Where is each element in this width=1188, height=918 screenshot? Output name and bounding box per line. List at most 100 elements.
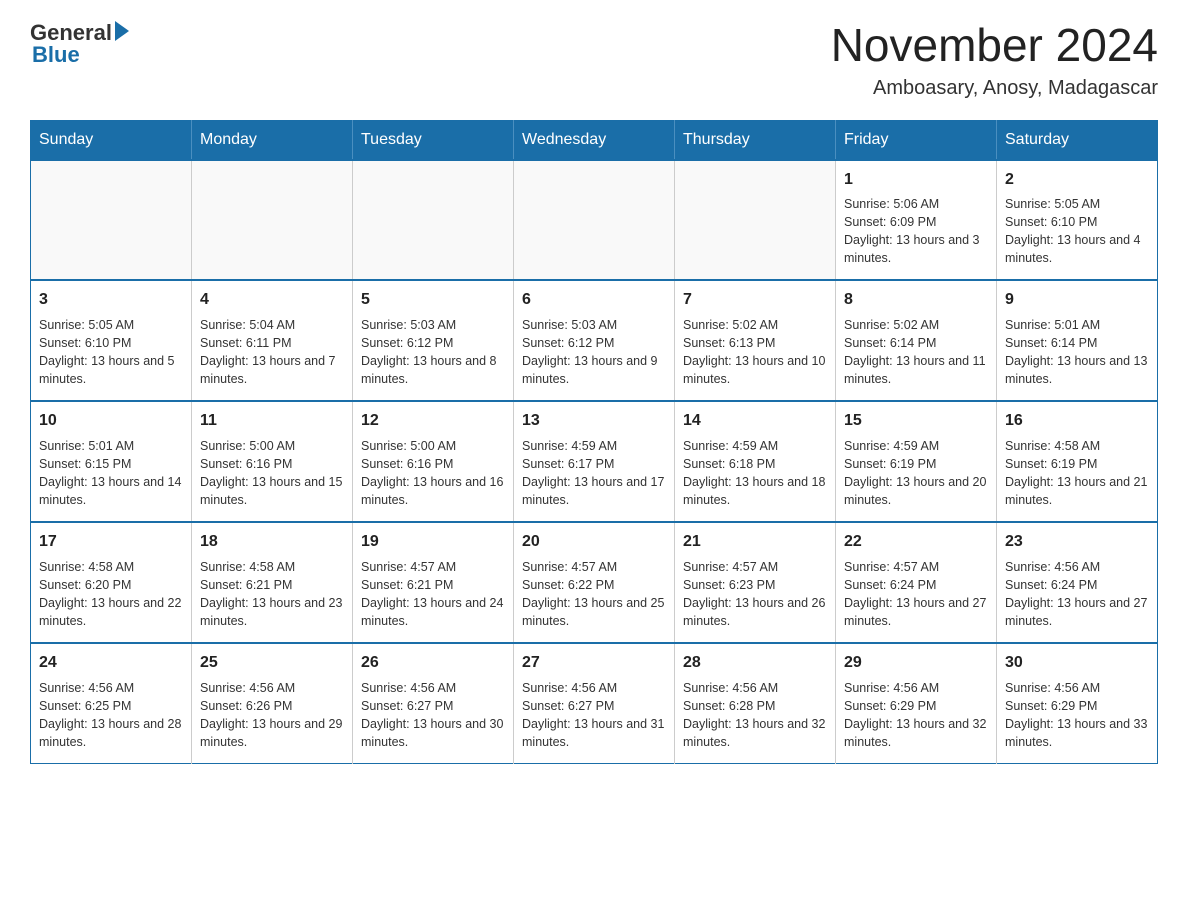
day-cell: 1 Sunrise: 5:06 AMSunset: 6:09 PMDaylight… bbox=[836, 160, 997, 281]
day-cell: 8Sunrise: 5:02 AMSunset: 6:14 PMDaylight… bbox=[836, 280, 997, 401]
logo-blue-text: Blue bbox=[32, 42, 80, 68]
day-cell: 28 Sunrise: 4:56 AMSunset: 6:28 PMDayligh… bbox=[675, 643, 836, 763]
day-number: 12 bbox=[361, 410, 505, 432]
day-info: Sunrise: 4:59 AMSunset: 6:17 PMDaylight:… bbox=[522, 437, 666, 510]
day-cell: 4Sunrise: 5:04 AMSunset: 6:11 PMDaylight… bbox=[192, 280, 353, 401]
day-info: Sunrise: 5:00 AMSunset: 6:16 PMDaylight:… bbox=[361, 437, 505, 510]
day-cell: 7 Sunrise: 5:02 AMSunset: 6:13 PMDaylight… bbox=[675, 280, 836, 401]
day-cell: 14 Sunrise: 4:59 AMSunset: 6:18 PMDayligh… bbox=[675, 401, 836, 522]
day-info: Sunrise: 4:58 AMSunset: 6:20 PMDaylight:… bbox=[39, 558, 183, 631]
day-cell: 23 Sunrise: 4:56 AMSunset: 6:24 PMDayligh… bbox=[997, 522, 1158, 643]
day-number: 2 bbox=[1005, 169, 1149, 191]
day-cell: 5Sunrise: 5:03 AMSunset: 6:12 PMDaylight… bbox=[353, 280, 514, 401]
day-number: 28 bbox=[683, 652, 827, 674]
day-cell: 15Sunrise: 4:59 AMSunset: 6:19 PMDayligh… bbox=[836, 401, 997, 522]
page-header: General Blue November 2024 Amboasary, An… bbox=[30, 20, 1158, 100]
day-number: 13 bbox=[522, 410, 666, 432]
week-row-4: 17Sunrise: 4:58 AMSunset: 6:20 PMDayligh… bbox=[31, 522, 1158, 643]
day-cell: 9 Sunrise: 5:01 AMSunset: 6:14 PMDaylight… bbox=[997, 280, 1158, 401]
day-number: 9 bbox=[1005, 289, 1149, 311]
day-info: Sunrise: 5:05 AMSunset: 6:10 PMDaylight:… bbox=[39, 316, 183, 389]
day-number: 22 bbox=[844, 531, 988, 553]
calendar-header: SundayMondayTuesdayWednesdayThursdayFrid… bbox=[31, 120, 1158, 160]
day-info: Sunrise: 5:01 AMSunset: 6:15 PMDaylight:… bbox=[39, 437, 183, 510]
day-info: Sunrise: 4:58 AMSunset: 6:19 PMDaylight:… bbox=[1005, 437, 1149, 510]
day-number: 6 bbox=[522, 289, 666, 311]
day-info: Sunrise: 5:03 AMSunset: 6:12 PMDaylight:… bbox=[361, 316, 505, 389]
day-number: 3 bbox=[39, 289, 183, 311]
day-cell: 24 Sunrise: 4:56 AMSunset: 6:25 PMDayligh… bbox=[31, 643, 192, 763]
day-cell: 30 Sunrise: 4:56 AMSunset: 6:29 PMDayligh… bbox=[997, 643, 1158, 763]
day-header-saturday: Saturday bbox=[997, 120, 1158, 160]
day-number: 25 bbox=[200, 652, 344, 674]
month-title: November 2024 bbox=[831, 20, 1158, 71]
day-info: Sunrise: 5:05 AMSunset: 6:10 PMDaylight:… bbox=[1005, 195, 1149, 268]
day-number: 24 bbox=[39, 652, 183, 674]
day-info: Sunrise: 5:06 AMSunset: 6:09 PMDaylight:… bbox=[844, 195, 988, 268]
day-info: Sunrise: 4:57 AMSunset: 6:21 PMDaylight:… bbox=[361, 558, 505, 631]
day-cell: 19Sunrise: 4:57 AMSunset: 6:21 PMDayligh… bbox=[353, 522, 514, 643]
day-cell: 29Sunrise: 4:56 AMSunset: 6:29 PMDayligh… bbox=[836, 643, 997, 763]
day-cell: 20 Sunrise: 4:57 AMSunset: 6:22 PMDayligh… bbox=[514, 522, 675, 643]
week-row-2: 3 Sunrise: 5:05 AMSunset: 6:10 PMDaylight… bbox=[31, 280, 1158, 401]
day-cell: 26 Sunrise: 4:56 AMSunset: 6:27 PMDayligh… bbox=[353, 643, 514, 763]
day-cell bbox=[353, 160, 514, 281]
day-header-monday: Monday bbox=[192, 120, 353, 160]
day-number: 11 bbox=[200, 410, 344, 432]
day-cell bbox=[31, 160, 192, 281]
day-number: 27 bbox=[522, 652, 666, 674]
day-header-tuesday: Tuesday bbox=[353, 120, 514, 160]
day-cell: 25Sunrise: 4:56 AMSunset: 6:26 PMDayligh… bbox=[192, 643, 353, 763]
day-number: 7 bbox=[683, 289, 827, 311]
location-title: Amboasary, Anosy, Madagascar bbox=[831, 77, 1158, 100]
day-info: Sunrise: 4:57 AMSunset: 6:22 PMDaylight:… bbox=[522, 558, 666, 631]
day-cell bbox=[192, 160, 353, 281]
day-info: Sunrise: 4:59 AMSunset: 6:18 PMDaylight:… bbox=[683, 437, 827, 510]
day-cell: 18Sunrise: 4:58 AMSunset: 6:21 PMDayligh… bbox=[192, 522, 353, 643]
day-info: Sunrise: 5:02 AMSunset: 6:13 PMDaylight:… bbox=[683, 316, 827, 389]
day-info: Sunrise: 4:56 AMSunset: 6:25 PMDaylight:… bbox=[39, 679, 183, 752]
day-info: Sunrise: 4:56 AMSunset: 6:29 PMDaylight:… bbox=[1005, 679, 1149, 752]
day-cell bbox=[514, 160, 675, 281]
day-info: Sunrise: 5:03 AMSunset: 6:12 PMDaylight:… bbox=[522, 316, 666, 389]
day-header-friday: Friday bbox=[836, 120, 997, 160]
day-number: 14 bbox=[683, 410, 827, 432]
calendar-body: 1 Sunrise: 5:06 AMSunset: 6:09 PMDaylight… bbox=[31, 160, 1158, 764]
day-info: Sunrise: 4:56 AMSunset: 6:24 PMDaylight:… bbox=[1005, 558, 1149, 631]
day-cell bbox=[675, 160, 836, 281]
day-info: Sunrise: 4:58 AMSunset: 6:21 PMDaylight:… bbox=[200, 558, 344, 631]
day-number: 1 bbox=[844, 169, 988, 191]
day-cell: 10Sunrise: 5:01 AMSunset: 6:15 PMDayligh… bbox=[31, 401, 192, 522]
day-number: 16 bbox=[1005, 410, 1149, 432]
day-header-wednesday: Wednesday bbox=[514, 120, 675, 160]
day-cell: 17Sunrise: 4:58 AMSunset: 6:20 PMDayligh… bbox=[31, 522, 192, 643]
day-cell: 13 Sunrise: 4:59 AMSunset: 6:17 PMDayligh… bbox=[514, 401, 675, 522]
day-info: Sunrise: 5:04 AMSunset: 6:11 PMDaylight:… bbox=[200, 316, 344, 389]
day-number: 15 bbox=[844, 410, 988, 432]
day-headers-row: SundayMondayTuesdayWednesdayThursdayFrid… bbox=[31, 120, 1158, 160]
day-number: 21 bbox=[683, 531, 827, 553]
day-cell: 3 Sunrise: 5:05 AMSunset: 6:10 PMDaylight… bbox=[31, 280, 192, 401]
day-number: 29 bbox=[844, 652, 988, 674]
day-cell: 12 Sunrise: 5:00 AMSunset: 6:16 PMDayligh… bbox=[353, 401, 514, 522]
day-info: Sunrise: 5:01 AMSunset: 6:14 PMDaylight:… bbox=[1005, 316, 1149, 389]
calendar-table: SundayMondayTuesdayWednesdayThursdayFrid… bbox=[30, 120, 1158, 764]
day-cell: 11Sunrise: 5:00 AMSunset: 6:16 PMDayligh… bbox=[192, 401, 353, 522]
logo: General Blue bbox=[30, 20, 129, 68]
day-number: 20 bbox=[522, 531, 666, 553]
day-info: Sunrise: 4:57 AMSunset: 6:24 PMDaylight:… bbox=[844, 558, 988, 631]
day-info: Sunrise: 4:56 AMSunset: 6:28 PMDaylight:… bbox=[683, 679, 827, 752]
day-number: 23 bbox=[1005, 531, 1149, 553]
day-info: Sunrise: 4:56 AMSunset: 6:27 PMDaylight:… bbox=[361, 679, 505, 752]
day-header-sunday: Sunday bbox=[31, 120, 192, 160]
day-info: Sunrise: 4:57 AMSunset: 6:23 PMDaylight:… bbox=[683, 558, 827, 631]
week-row-1: 1 Sunrise: 5:06 AMSunset: 6:09 PMDaylight… bbox=[31, 160, 1158, 281]
day-cell: 6 Sunrise: 5:03 AMSunset: 6:12 PMDaylight… bbox=[514, 280, 675, 401]
day-number: 30 bbox=[1005, 652, 1149, 674]
day-cell: 21 Sunrise: 4:57 AMSunset: 6:23 PMDayligh… bbox=[675, 522, 836, 643]
day-number: 26 bbox=[361, 652, 505, 674]
day-number: 8 bbox=[844, 289, 988, 311]
logo-triangle-icon bbox=[115, 21, 129, 41]
title-section: November 2024 Amboasary, Anosy, Madagasc… bbox=[831, 20, 1158, 100]
day-info: Sunrise: 4:56 AMSunset: 6:27 PMDaylight:… bbox=[522, 679, 666, 752]
